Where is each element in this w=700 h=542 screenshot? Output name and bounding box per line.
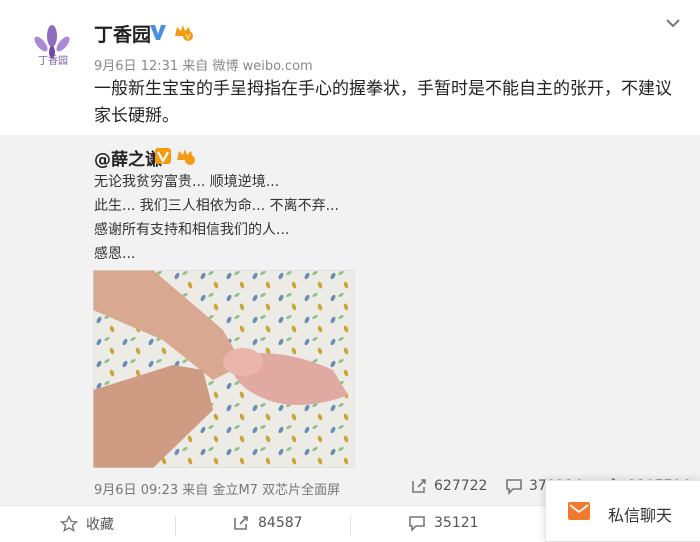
repost-icon bbox=[412, 479, 426, 493]
post-source-prefix: 来自 bbox=[182, 59, 209, 74]
divider bbox=[350, 516, 351, 536]
comment-button[interactable]: 35121 bbox=[408, 514, 479, 532]
logo-text: 丁香园 bbox=[38, 56, 68, 67]
verified-badge-icon bbox=[155, 148, 171, 164]
star-icon bbox=[60, 515, 78, 533]
divider bbox=[175, 516, 176, 536]
repost-time: 09:23 bbox=[140, 483, 179, 498]
post-date: 9月6日 bbox=[94, 59, 137, 74]
repost-meta: 9月6日 09:23 来自 金立M7 双芯片全面屏 bbox=[94, 479, 340, 498]
favorite-button[interactable]: 收藏 bbox=[60, 514, 114, 534]
author-name[interactable]: 丁香园 bbox=[94, 20, 151, 47]
post-meta: 9月6日 12:31 来自 微博 weibo.com bbox=[94, 55, 313, 74]
vip-crown-icon bbox=[177, 149, 195, 165]
repost-source: 金立M7 双芯片全面屏 bbox=[212, 483, 341, 498]
verified-v-icon bbox=[150, 25, 166, 40]
repost-source-prefix: 来自 bbox=[182, 483, 209, 498]
repost-count: 84587 bbox=[258, 515, 303, 531]
repost-line: 此生... 我们三人相依为命... 不离不弃... bbox=[94, 198, 339, 214]
svg-text:V: V bbox=[186, 33, 191, 41]
comment-icon bbox=[506, 479, 522, 495]
comment-count: 35121 bbox=[434, 515, 479, 531]
repost-author-name[interactable]: @薛之谦 bbox=[94, 145, 162, 170]
repost-repost-button[interactable]: 627722 bbox=[410, 477, 487, 495]
repost-button[interactable]: 84587 bbox=[232, 514, 303, 532]
repost-line: 感恩... bbox=[94, 246, 136, 262]
favorite-label: 收藏 bbox=[86, 517, 114, 533]
repost-date: 9月6日 bbox=[94, 483, 137, 498]
repost-line: 无论我贫穷富贵... 顺境逆境... bbox=[94, 174, 280, 190]
repost-repost-count: 627722 bbox=[434, 478, 488, 494]
private-message-label: 私信聊天 bbox=[608, 506, 673, 525]
repost-icon bbox=[234, 516, 248, 530]
post-source: 微博 weibo.com bbox=[212, 59, 313, 74]
chevron-down-icon[interactable] bbox=[664, 16, 682, 30]
comment-icon bbox=[409, 516, 425, 532]
baby-hand-photo[interactable] bbox=[93, 270, 355, 468]
vip-crown-icon: V bbox=[175, 25, 193, 41]
mail-icon bbox=[568, 502, 590, 520]
post-text: 一般新生宝宝的手呈拇指在手心的握拳状，手暂时是不能自主的张开，不建议家长硬掰。 bbox=[94, 79, 672, 126]
repost-line: 感谢所有支持和相信我们的人... bbox=[94, 222, 290, 238]
post-time: 12:31 bbox=[140, 59, 179, 74]
